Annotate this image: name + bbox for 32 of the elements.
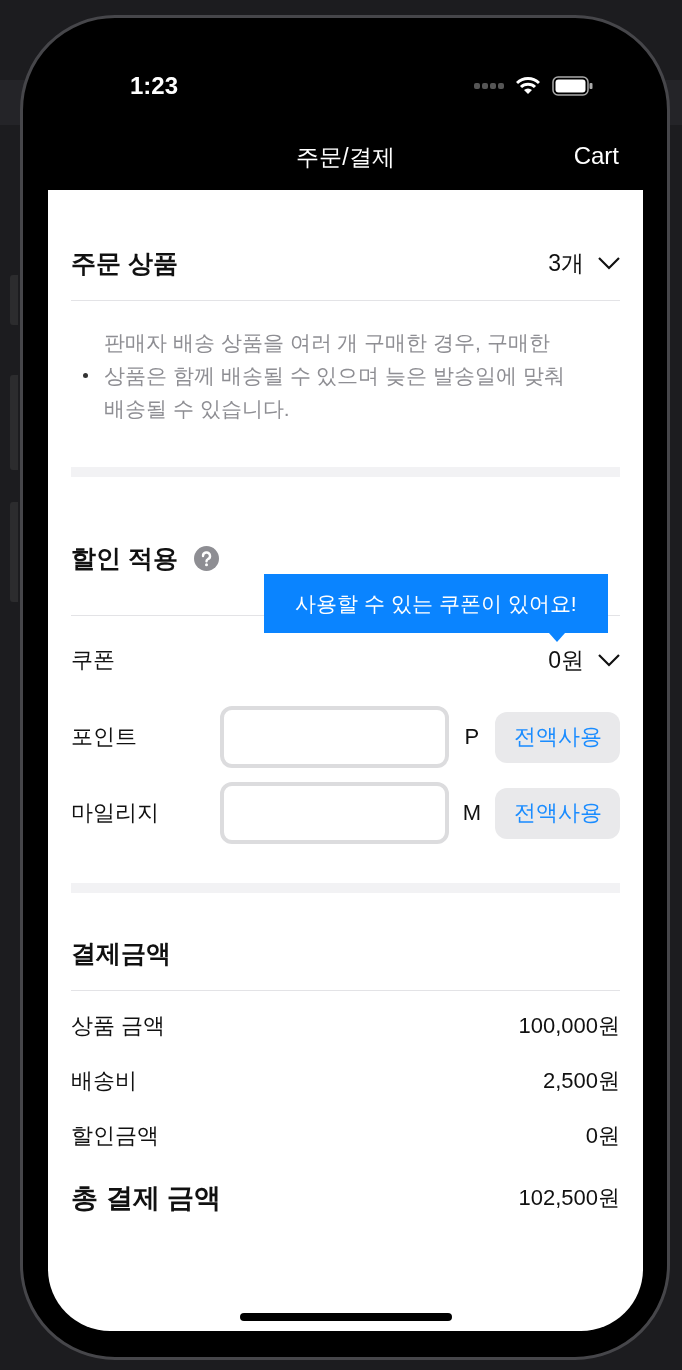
chevron-down-icon: [598, 256, 620, 270]
field-label: 포인트: [71, 723, 138, 751]
field-label: 마일리지: [71, 799, 160, 827]
price-value: 100,000원: [518, 1011, 620, 1040]
signal-dots-icon: [474, 83, 504, 89]
notice-text: 판매자 배송 상품을 여러 개 구매한 경우, 구매한 상품은 함께 배송될 수 있으며 늦은 발송일에 맞춰 배송될 수 있습니다.: [104, 330, 566, 422]
help-icon[interactable]: [193, 545, 219, 571]
status-time: 1:23: [130, 72, 179, 100]
amount-input-field[interactable]: [219, 706, 449, 768]
coupon-label: 쿠폰: [71, 646, 115, 674]
bullet-icon: [83, 373, 88, 378]
unit-label: P: [463, 724, 481, 750]
section-title: 결제금액: [71, 940, 171, 966]
price-label: 배송비: [71, 1066, 137, 1095]
chevron-down-icon: [598, 653, 620, 667]
price-label: 상품 금액: [71, 1011, 166, 1040]
nav-title: 주문/결제: [296, 142, 395, 172]
price-value: 0원: [585, 1121, 620, 1150]
tooltip-arrow-icon: [549, 633, 565, 642]
price-label: 할인금액: [71, 1121, 159, 1150]
unit-label: M: [461, 800, 483, 826]
total-label: 총 결제 금액: [71, 1182, 221, 1215]
section-title: 할인 적용: [71, 545, 178, 571]
coupon-dropdown[interactable]: 0원: [548, 647, 620, 673]
section-title: 주문 상품: [71, 250, 178, 276]
item-count-toggle[interactable]: 3개: [548, 250, 620, 276]
price-value: 2,500원: [542, 1066, 620, 1095]
total-value: 102,500원: [518, 1184, 620, 1212]
amount-input-field[interactable]: [219, 782, 449, 844]
cart-button[interactable]: Cart: [573, 142, 619, 170]
battery-icon: [552, 76, 593, 96]
wifi-icon: [516, 77, 540, 95]
